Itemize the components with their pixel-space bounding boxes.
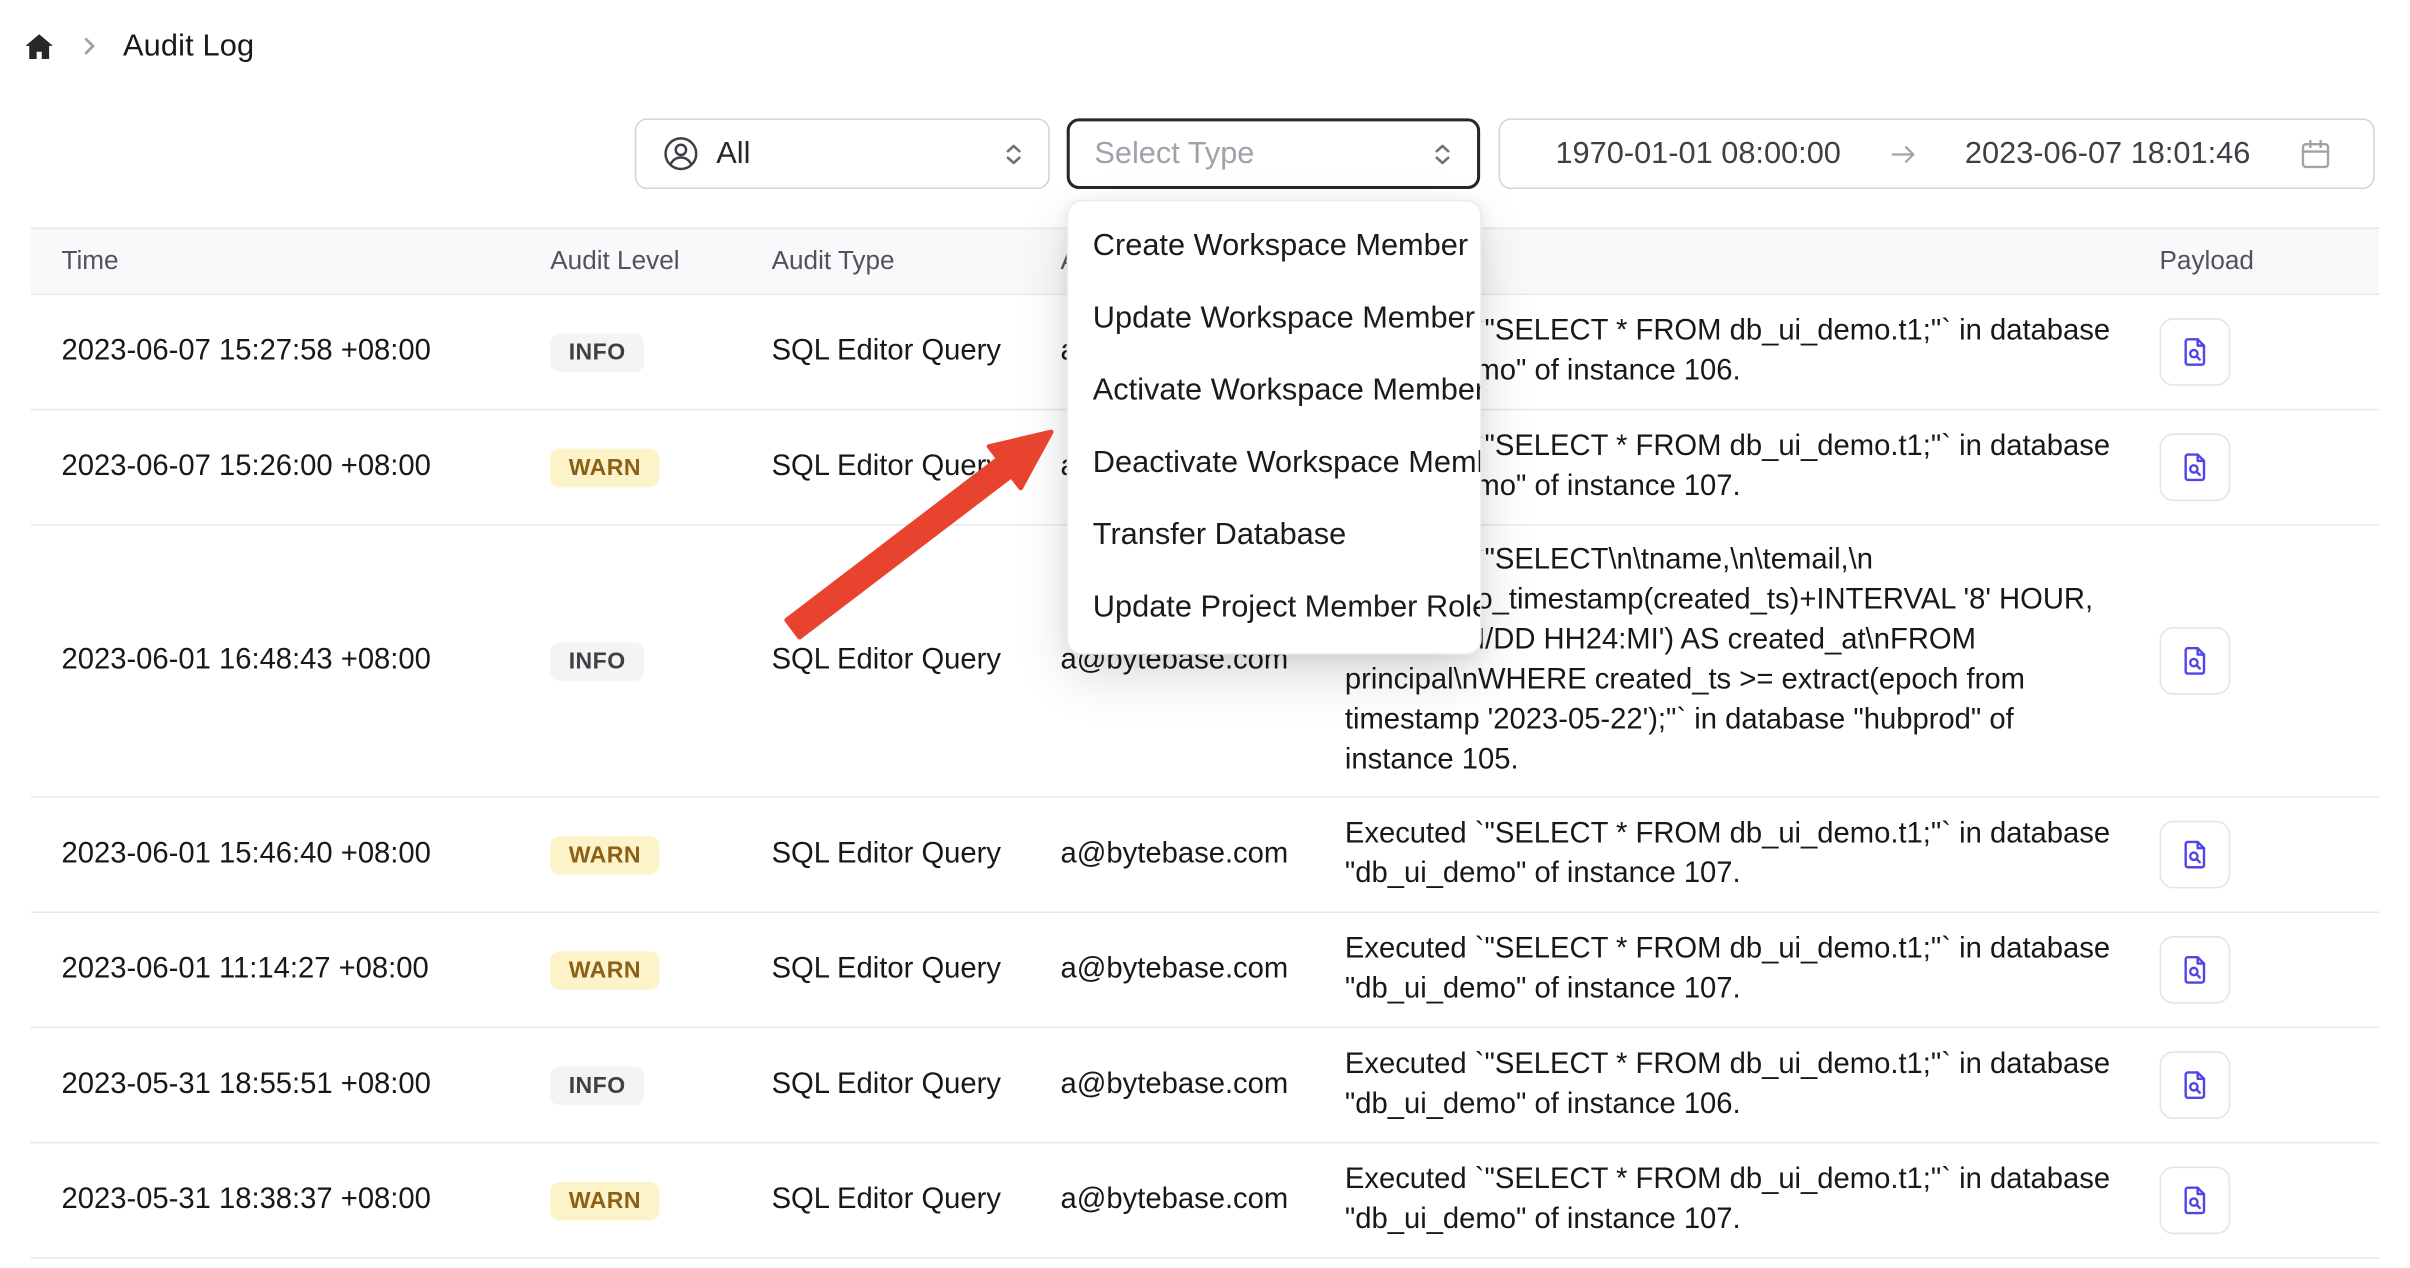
dropdown-option[interactable]: Update Workspace Member [1068, 283, 1480, 355]
dropdown-option[interactable]: Transfer Database [1068, 500, 1480, 572]
chevron-up-down-icon [1429, 141, 1455, 167]
time-cell: 2023-06-01 16:48:43 +08:00 [31, 644, 520, 678]
comment-cell: Executed `"SELECT * FROM db_ui_demo.t1;"… [1314, 1030, 2129, 1141]
user-circle-icon [661, 134, 701, 174]
table-row: 2023-06-01 15:46:40 +08:00 WARN SQL Edit… [31, 798, 2380, 913]
audit-log-page: Audit Log All Select Type 1970-01-01 08:… [0, 0, 2410, 1268]
dropdown-option[interactable]: Deactivate Workspace Member [1068, 427, 1480, 499]
audit-level-badge: INFO [550, 333, 644, 371]
dropdown-option[interactable]: Activate Workspace Member [1068, 355, 1480, 427]
page-title: Audit Log [123, 28, 254, 63]
actor-filter-value: All [716, 136, 985, 171]
time-cell: 2023-06-07 15:27:58 +08:00 [31, 335, 520, 369]
actor-cell: a@bytebase.com [1030, 953, 1314, 987]
audit-type-cell: SQL Editor Query [741, 644, 1030, 678]
date-range-end: 2023-06-07 18:01:46 [1965, 136, 2250, 171]
time-cell: 2023-06-07 15:26:00 +08:00 [31, 450, 520, 484]
type-filter-dropdown: Create Workspace Member Update Workspace… [1067, 200, 1482, 655]
payload-view-button[interactable] [2159, 1051, 2230, 1119]
payload-document-search-icon [2178, 1068, 2212, 1102]
audit-type-cell: SQL Editor Query [741, 1183, 1030, 1217]
audit-level-badge: INFO [550, 642, 644, 680]
comment-cell: Executed `"SELECT * FROM db_ui_demo.t1;"… [1314, 799, 2129, 910]
audit-level-badge: WARN [550, 835, 659, 873]
header-time: Time [31, 246, 520, 277]
payload-view-button[interactable] [2159, 318, 2230, 386]
calendar-icon [2298, 136, 2333, 171]
time-cell: 2023-05-31 18:55:51 +08:00 [31, 1068, 520, 1102]
dropdown-option[interactable]: Update Project Member Role [1068, 572, 1480, 644]
audit-level-badge: WARN [550, 951, 659, 989]
table-row: 2023-05-31 18:38:37 +08:00 WARN SQL Edit… [31, 1144, 2380, 1259]
time-cell: 2023-05-31 18:38:37 +08:00 [31, 1183, 520, 1217]
audit-level-badge: WARN [550, 448, 659, 486]
payload-view-button[interactable] [2159, 1167, 2230, 1235]
audit-type-cell: SQL Editor Query [741, 1068, 1030, 1102]
audit-level-badge: INFO [550, 1066, 644, 1104]
date-range-start: 1970-01-01 08:00:00 [1555, 136, 1840, 171]
payload-document-search-icon [2178, 644, 2212, 678]
breadcrumb: Audit Log [0, 0, 254, 92]
payload-view-button[interactable] [2159, 433, 2230, 501]
filter-bar: All Select Type 1970-01-01 08:00:00 2023… [635, 118, 2375, 189]
actor-cell: a@bytebase.com [1030, 838, 1314, 872]
arrow-right-icon [1888, 139, 1917, 168]
payload-view-button[interactable] [2159, 627, 2230, 695]
chevron-right-icon [77, 34, 102, 59]
header-audit-type: Audit Type [741, 246, 1030, 277]
actor-cell: a@bytebase.com [1030, 1068, 1314, 1102]
payload-document-search-icon [2178, 335, 2212, 369]
audit-type-cell: SQL Editor Query [741, 953, 1030, 987]
audit-type-cell: SQL Editor Query [741, 838, 1030, 872]
comment-cell: Executed `"SELECT * FROM db_ui_demo.t1;"… [1314, 1145, 2129, 1256]
chevron-up-down-icon [1001, 141, 1027, 167]
payload-document-search-icon [2178, 1183, 2212, 1217]
time-cell: 2023-06-01 15:46:40 +08:00 [31, 838, 520, 872]
audit-type-cell: SQL Editor Query [741, 450, 1030, 484]
payload-document-search-icon [2178, 953, 2212, 987]
type-filter-placeholder: Select Type [1094, 136, 1414, 171]
payload-view-button[interactable] [2159, 936, 2230, 1004]
audit-level-badge: WARN [550, 1181, 659, 1219]
table-row: 2023-06-01 11:14:27 +08:00 WARN SQL Edit… [31, 913, 2380, 1028]
date-range-picker[interactable]: 1970-01-01 08:00:00 2023-06-07 18:01:46 [1499, 118, 2375, 189]
header-audit-level: Audit Level [520, 246, 741, 277]
table-row: 2023-05-31 18:55:51 +08:00 INFO SQL Edit… [31, 1028, 2380, 1143]
comment-cell: Executed `"SELECT * FROM db_ui_demo.t1;"… [1314, 915, 2129, 1026]
home-icon[interactable] [23, 30, 55, 62]
audit-type-cell: SQL Editor Query [741, 335, 1030, 369]
payload-document-search-icon [2178, 450, 2212, 484]
dropdown-option[interactable]: Create Workspace Member [1068, 211, 1480, 283]
payload-document-search-icon [2178, 838, 2212, 872]
payload-view-button[interactable] [2159, 821, 2230, 889]
actor-cell: a@bytebase.com [1030, 1183, 1314, 1217]
time-cell: 2023-06-01 11:14:27 +08:00 [31, 953, 520, 987]
actor-filter-select[interactable]: All [635, 118, 1050, 189]
type-filter-select[interactable]: Select Type [1067, 118, 1480, 189]
header-payload: Payload [2129, 246, 2380, 277]
